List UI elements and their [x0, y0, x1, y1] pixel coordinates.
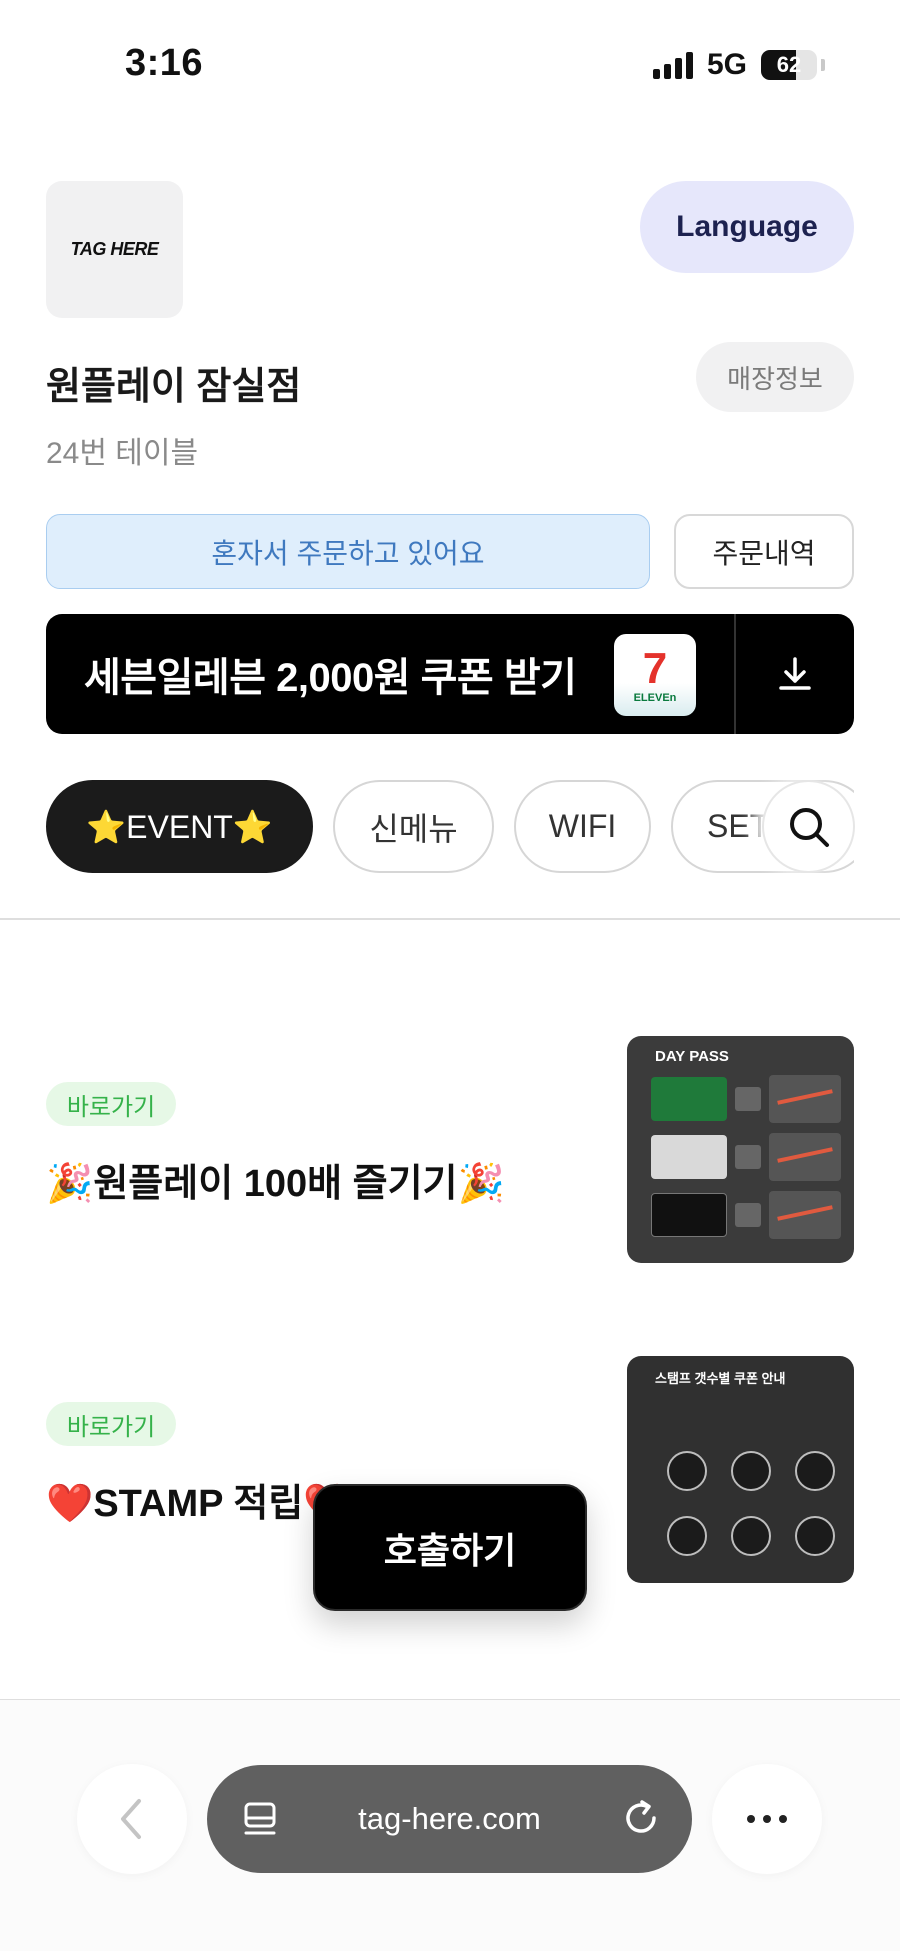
- browser-toolbar: tag-here.com: [0, 1700, 900, 1951]
- tab-event[interactable]: ⭐EVENT⭐: [46, 780, 313, 873]
- more-dot-icon: [747, 1815, 755, 1823]
- shortcut-badge[interactable]: 바로가기: [46, 1402, 176, 1446]
- menu-title: 🎉원플레이 100배 즐기기🎉: [46, 1163, 505, 1205]
- eleven-label: ELEVEn: [633, 691, 677, 704]
- signal-icon: [652, 51, 693, 79]
- coupon-download-button[interactable]: [734, 614, 854, 734]
- chevron-left-icon: [121, 1799, 141, 1839]
- menu-thumbnail: DAY PASS: [627, 1036, 854, 1263]
- status-bar: 3:16 5G 62: [0, 0, 900, 130]
- thumbnail-heading: DAY PASS: [655, 1048, 729, 1065]
- store-logo: TAG HERE: [46, 181, 183, 318]
- thumbnail-side-strip: [631, 1392, 645, 1562]
- seven-mark: 7: [636, 643, 674, 693]
- status-time: 3:16: [125, 42, 204, 84]
- tab-wifi[interactable]: WIFI: [514, 780, 651, 873]
- network-label: 5G: [706, 48, 747, 81]
- store-info-button[interactable]: 매장정보: [696, 342, 854, 412]
- tab-new-menu[interactable]: 신메뉴: [333, 780, 494, 873]
- address-bar[interactable]: tag-here.com: [207, 1765, 692, 1873]
- reload-icon[interactable]: [620, 1797, 662, 1839]
- more-dot-icon: [763, 1815, 771, 1823]
- order-history-button[interactable]: 주문내역: [674, 514, 854, 589]
- coupon-banner[interactable]: 세븐일레븐 2,000원 쿠폰 받기 7 ELEVEn: [46, 614, 734, 734]
- menu-thumbnail: 스탬프 갯수별 쿠폰 안내: [627, 1356, 854, 1583]
- thumbnail-heading: 스탬프 갯수별 쿠폰 안내: [655, 1371, 786, 1386]
- category-tabs: ⭐EVENT⭐ 신메뉴 WIFI SET: [46, 780, 854, 873]
- store-name: 원플레이 잠실점: [46, 366, 302, 408]
- seven-eleven-logo: 7 ELEVEn: [614, 634, 696, 716]
- search-icon: [789, 807, 829, 847]
- logo-text: TAG HERE: [70, 239, 159, 259]
- download-icon: [779, 657, 811, 690]
- battery-icon: 62: [761, 50, 817, 80]
- table-number: 24번 테이블: [46, 437, 199, 470]
- status-indicators: 5G 62: [652, 48, 825, 82]
- call-staff-button[interactable]: 호출하기: [313, 1484, 587, 1611]
- language-button[interactable]: Language: [640, 181, 854, 273]
- menu-title: ❤️STAMP 적립❤️: [46, 1483, 351, 1525]
- more-options-button[interactable]: [712, 1764, 822, 1874]
- back-button[interactable]: [77, 1764, 187, 1874]
- coupon-text: 세븐일레븐 2,000원 쿠폰 받기: [84, 656, 577, 700]
- battery-level: 62: [776, 52, 802, 77]
- search-button[interactable]: [762, 780, 855, 873]
- solo-order-status[interactable]: 혼자서 주문하고 있어요: [46, 514, 650, 589]
- more-dot-icon: [779, 1815, 787, 1823]
- battery-cap: [821, 59, 825, 71]
- list-item[interactable]: 바로가기 🎉원플레이 100배 즐기기🎉 DAY PASS: [46, 1036, 854, 1263]
- section-divider: [0, 918, 900, 920]
- shortcut-badge[interactable]: 바로가기: [46, 1082, 176, 1126]
